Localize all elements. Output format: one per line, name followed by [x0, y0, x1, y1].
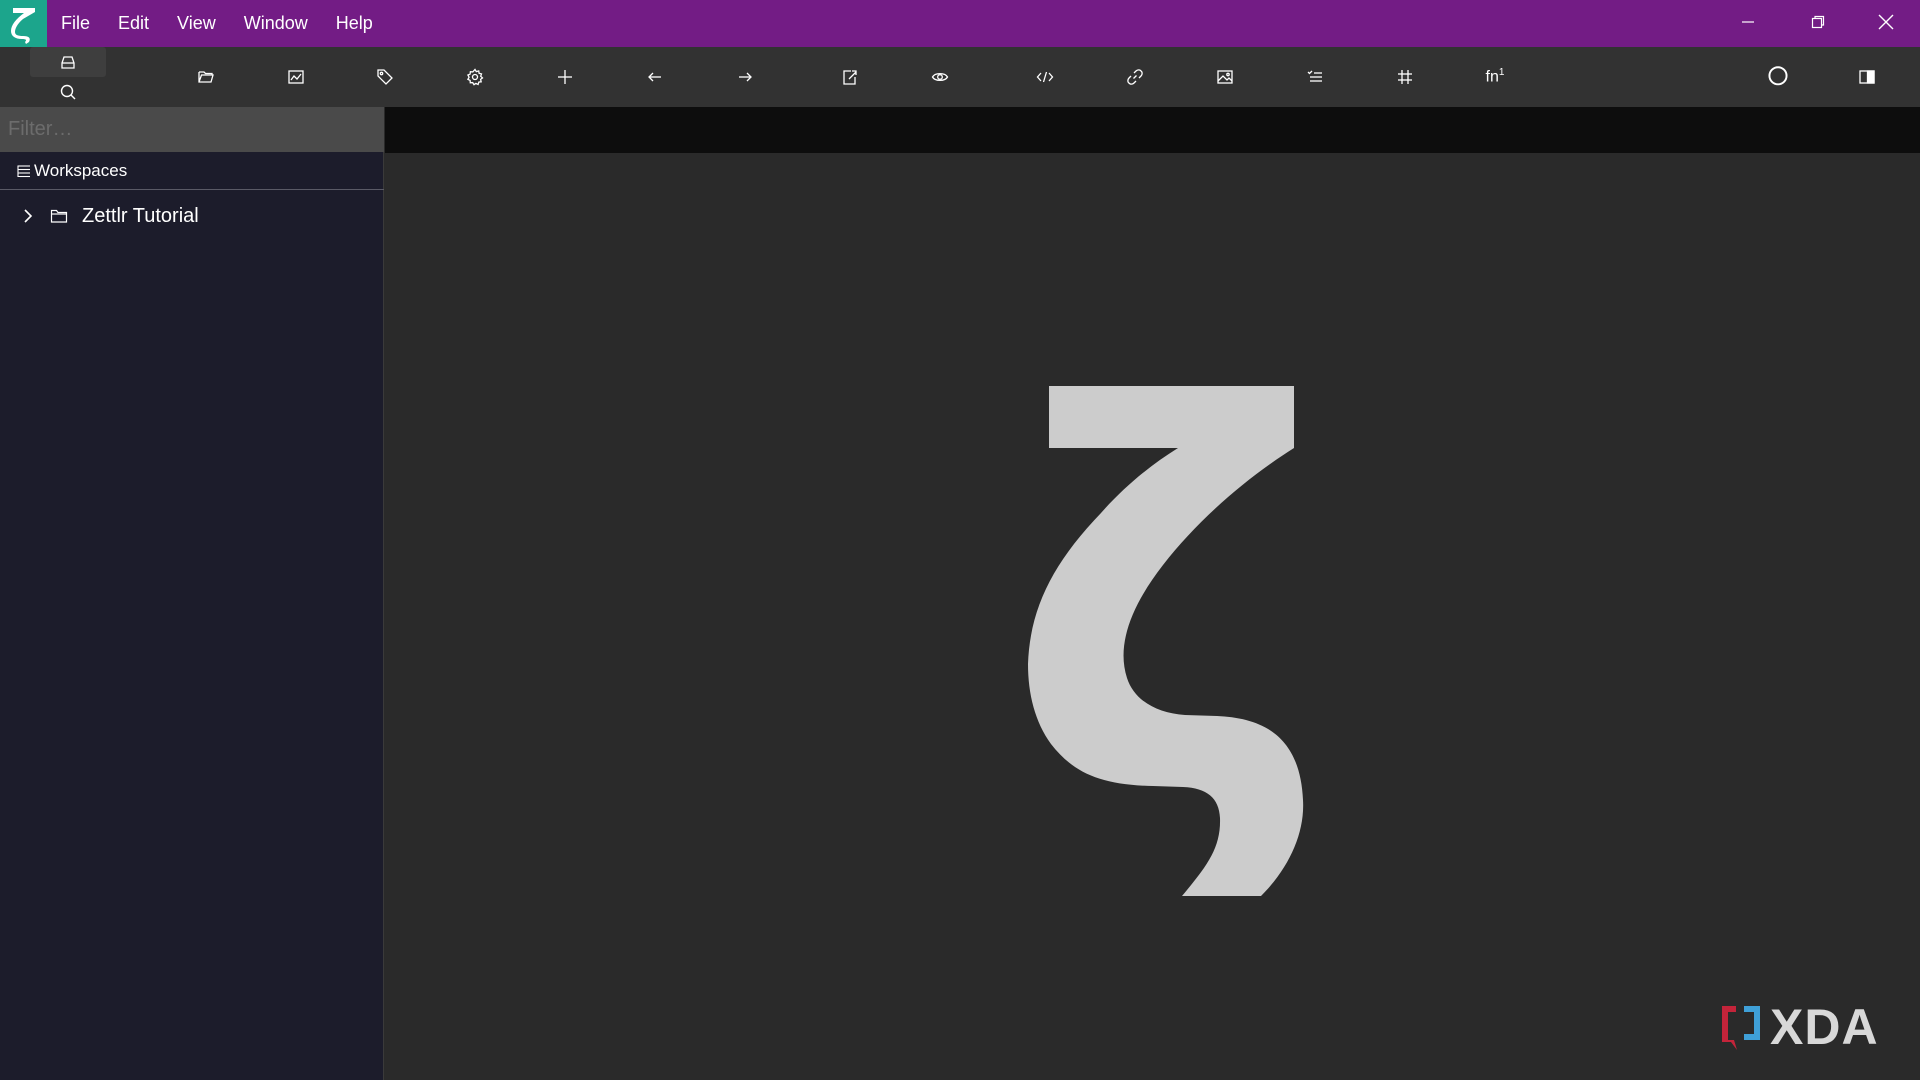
readability-mode-icon — [931, 72, 949, 82]
insert-footnote-icon: fn1 — [1485, 67, 1505, 86]
workspaces-header: Workspaces — [0, 152, 384, 190]
navigate-back-button[interactable] — [638, 60, 672, 94]
global-search-button[interactable] — [30, 77, 106, 107]
zettlr-window: File Edit View Window Help fn1 Filter… W… — [0, 0, 1920, 1080]
menu-edit[interactable]: Edit — [104, 0, 163, 47]
minimize-button[interactable] — [1713, 0, 1783, 44]
insert-tasklist-icon — [1307, 70, 1322, 82]
insert-code-icon — [1036, 71, 1054, 83]
menu-bar: File Edit View Window Help — [47, 0, 387, 47]
global-search-icon — [60, 84, 76, 100]
tag-manager-button[interactable] — [368, 60, 402, 94]
tree-item-zettlr-tutorial[interactable]: Zettlr Tutorial — [0, 198, 384, 234]
insert-tasklist-button[interactable] — [1298, 60, 1332, 94]
export-button[interactable] — [833, 60, 867, 94]
export-icon — [843, 70, 857, 85]
filter-input[interactable] — [0, 107, 384, 152]
insert-table-icon — [1398, 70, 1412, 84]
insert-link-icon — [1127, 69, 1143, 85]
insert-table-button[interactable] — [1388, 60, 1422, 94]
zettlr-logo-icon — [0, 0, 47, 47]
navigate-forward-button[interactable] — [728, 60, 762, 94]
toolbar: fn1 — [0, 47, 1920, 107]
list-tree-icon — [17, 164, 30, 177]
navigate-back-icon — [648, 72, 661, 82]
insert-image-icon — [1217, 70, 1233, 84]
minimize-icon — [1742, 21, 1754, 23]
new-file-button[interactable] — [548, 60, 582, 94]
pomodoro-icon — [1768, 66, 1788, 86]
title-bar: File Edit View Window Help — [0, 0, 1920, 47]
menu-file[interactable]: File — [47, 0, 104, 47]
watermark-text: XDA — [1770, 999, 1879, 1055]
workspaces-label: Workspaces — [34, 160, 128, 180]
xda-watermark: XDA — [1718, 997, 1879, 1057]
readability-mode-button[interactable] — [923, 60, 957, 94]
file-manager-button[interactable] — [30, 47, 106, 77]
insert-link-button[interactable] — [1118, 60, 1152, 94]
sidebar-mode-switcher — [30, 47, 136, 107]
insert-footnote-button[interactable]: fn1 — [1478, 60, 1512, 94]
graph-view-button[interactable] — [279, 60, 313, 94]
toggle-sidebar-icon — [1859, 70, 1875, 84]
navigate-forward-icon — [739, 72, 752, 82]
xda-logo-icon — [1722, 1006, 1760, 1050]
open-workspace-icon — [198, 71, 214, 83]
open-workspace-button[interactable] — [189, 60, 223, 94]
insert-code-button[interactable] — [1028, 60, 1062, 94]
menu-help[interactable]: Help — [322, 0, 387, 47]
toggle-sidebar-button[interactable] — [1850, 60, 1884, 94]
workspace-tree: Zettlr Tutorial — [0, 198, 384, 234]
close-icon — [1878, 14, 1894, 30]
new-file-icon — [558, 70, 572, 84]
tag-manager-icon — [377, 69, 393, 85]
preferences-icon — [466, 68, 484, 86]
zeta-logo-icon — [1028, 386, 1304, 896]
menu-view[interactable]: View — [163, 0, 230, 47]
folder-icon — [50, 209, 68, 223]
pomodoro-button[interactable] — [1761, 60, 1795, 94]
file-manager-icon — [61, 56, 75, 69]
file-manager-sidebar: Workspaces Zettlr Tutorial — [0, 107, 384, 1080]
tree-item-label: Zettlr Tutorial — [82, 205, 199, 227]
preferences-button[interactable] — [458, 60, 492, 94]
graph-view-icon — [288, 70, 304, 84]
restore-icon — [1811, 15, 1825, 29]
chevron-right-icon[interactable] — [20, 207, 36, 225]
document-tab-bar — [385, 107, 1920, 153]
restore-button[interactable] — [1783, 0, 1853, 44]
insert-image-button[interactable] — [1208, 60, 1242, 94]
close-button[interactable] — [1851, 0, 1920, 44]
menu-window[interactable]: Window — [230, 0, 322, 47]
